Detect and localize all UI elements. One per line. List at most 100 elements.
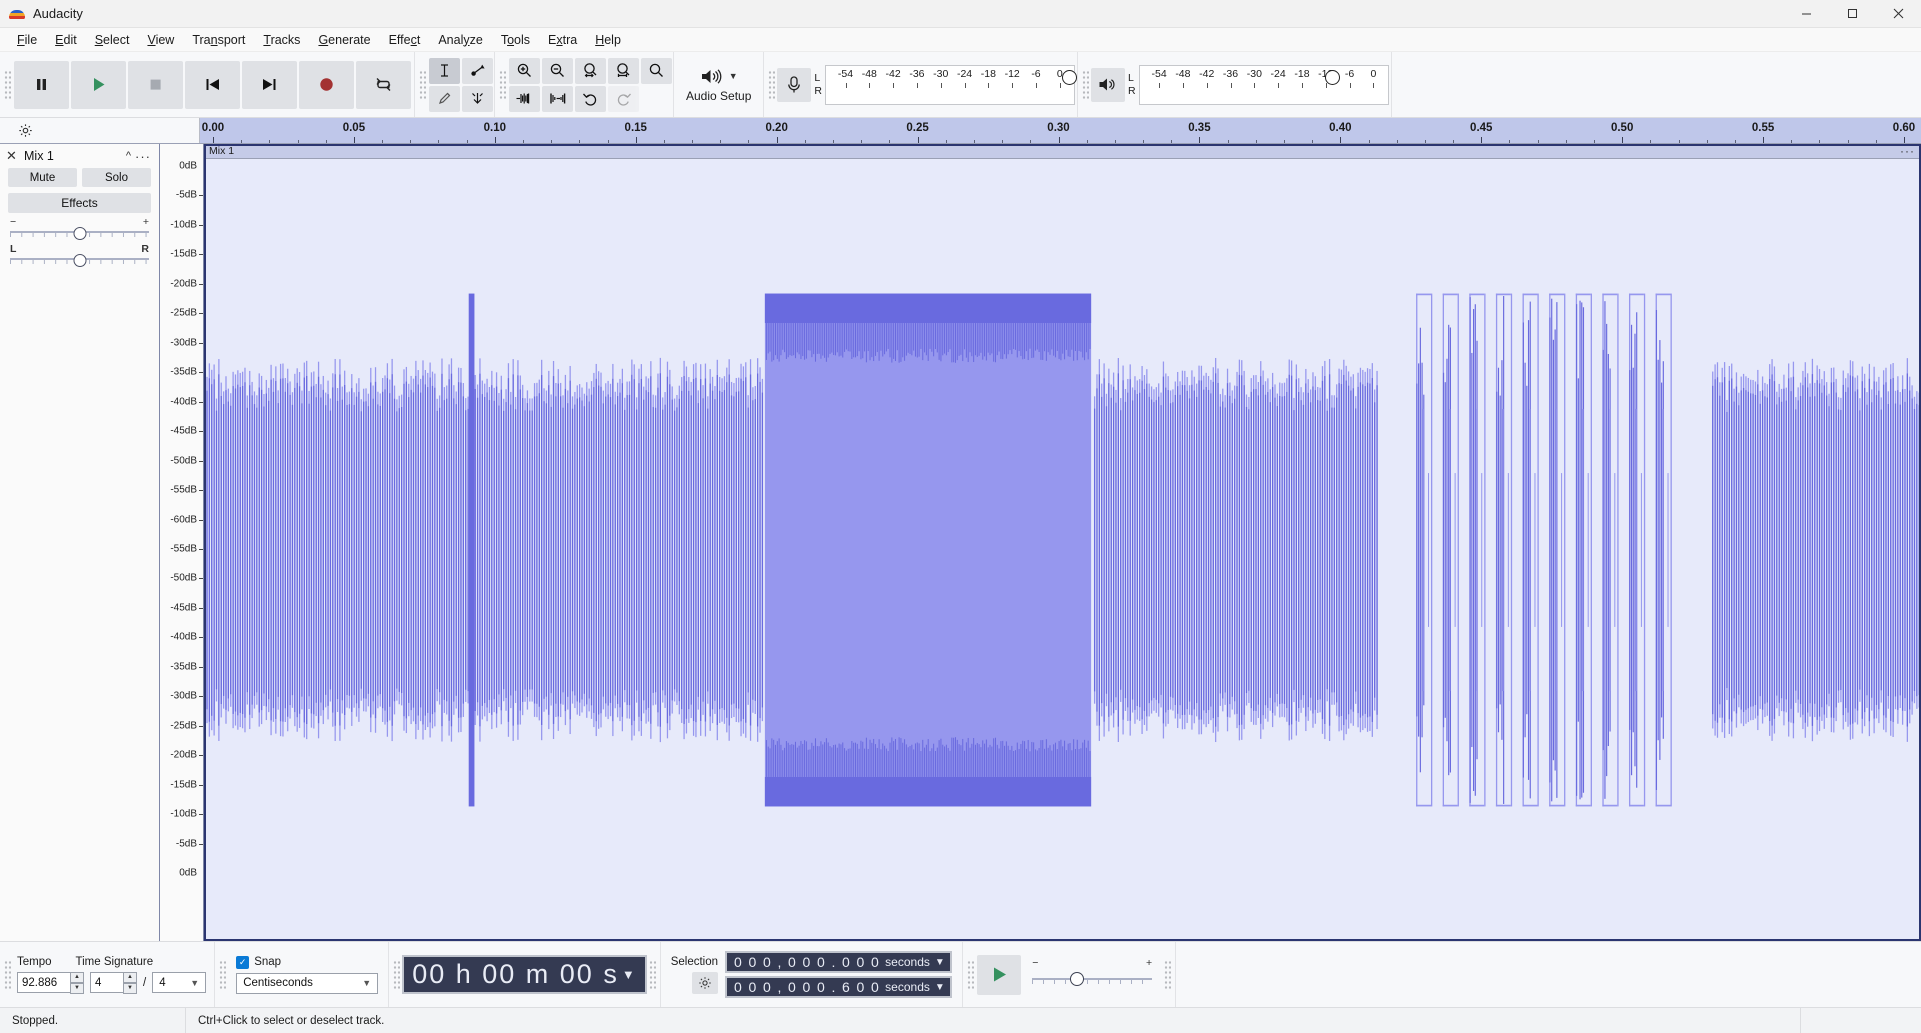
selection-start-display[interactable]: 0 0 0 , 0 0 0 . 0 0 0 seconds ▼ <box>725 951 953 973</box>
waveform-plot[interactable] <box>204 159 1921 941</box>
fit-selection-button[interactable] <box>575 57 606 84</box>
audacity-window: Audacity File Edit Select View Transport… <box>0 0 1921 1033</box>
tempo-up-arrow[interactable]: ▲ <box>70 971 84 983</box>
trim-audio-button[interactable] <box>509 85 540 112</box>
transport-toolbar-grip[interactable] <box>2 63 13 107</box>
selection-settings-button[interactable] <box>692 971 719 994</box>
multi-tool-button[interactable] <box>462 85 493 112</box>
solo-button[interactable]: Solo <box>82 168 151 187</box>
play-button[interactable] <box>71 60 126 109</box>
track-waveform-area[interactable]: Mix 1 ··· <box>204 144 1921 941</box>
recording-meter-scale[interactable]: -54 -48 -42 -36 -30 -24 -18 -12 -6 0 <box>824 64 1077 105</box>
audio-position-display[interactable]: 00 h 00 m 00 s ▼ <box>402 955 647 994</box>
timeline-minor-tick <box>833 140 835 143</box>
record-button[interactable] <box>299 60 354 109</box>
tsig-up-arrow[interactable]: ▲ <box>123 971 137 983</box>
close-button[interactable] <box>1875 0 1921 28</box>
clip-header[interactable]: Mix 1 ··· <box>204 144 1921 159</box>
track-menu-icon[interactable]: ··· <box>135 149 153 164</box>
menu-edit[interactable]: Edit <box>46 30 86 50</box>
play-at-speed-grip[interactable] <box>965 953 976 997</box>
playback-meter-handle[interactable] <box>1324 69 1340 85</box>
menu-analyze[interactable]: Analyze <box>429 30 491 50</box>
timeline-options-button[interactable] <box>0 118 200 143</box>
speed-slider-max-label: + <box>1146 957 1153 969</box>
gain-slider-knob[interactable] <box>73 227 86 240</box>
tempo-stepper[interactable]: 92.886 ▲ ▼ <box>17 971 84 994</box>
pan-slider[interactable]: L R <box>0 242 159 269</box>
clip-menu-icon[interactable]: ··· <box>1900 144 1915 158</box>
time-signature-grip[interactable] <box>2 953 13 997</box>
gain-slider[interactable]: − + <box>0 215 159 242</box>
maximize-button[interactable] <box>1829 0 1875 28</box>
playback-meter-left-label: L <box>1127 71 1134 84</box>
envelope-tool-button[interactable] <box>462 57 493 84</box>
silence-audio-button[interactable] <box>542 85 573 112</box>
vertical-db-ruler[interactable]: 0dB -5dB -10dB -15dB -20dB -25dB -30dB -35dB -40… <box>160 144 204 941</box>
time-toolbar-grip-right[interactable] <box>647 953 658 997</box>
skip-to-start-button[interactable] <box>185 60 240 109</box>
playback-meter[interactable]: L R -54-48-42-36-30-24-18-12-60 <box>1090 62 1389 108</box>
play-at-speed-button[interactable] <box>977 954 1022 995</box>
selection-end-display[interactable]: 0 0 0 , 0 0 0 . 6 0 0 seconds ▼ <box>725 976 953 998</box>
menu-file[interactable]: File <box>8 30 46 50</box>
tempo-input[interactable]: 92.886 <box>17 972 71 993</box>
redo-button[interactable] <box>608 85 639 112</box>
tools-toolbar-grip[interactable] <box>417 63 428 107</box>
play-at-speed-toolbar: − + <box>963 942 1177 1007</box>
menu-transport[interactable]: Transport <box>183 30 254 50</box>
timeline-minor-tick <box>1312 140 1314 143</box>
timeline-ruler[interactable]: 0.00 0.05 0.10 0.15 0.20 0.25 0.30 0.35 0.40 0.45… <box>200 118 1921 143</box>
recording-meter[interactable]: L R -54 -48 -42 -36 -30 -24 -18 -12 -6 0 <box>777 62 1077 108</box>
menu-generate[interactable]: Generate <box>309 30 379 50</box>
time-signature-lower-select[interactable]: 4 ▼ <box>152 972 207 993</box>
snap-checkbox[interactable]: ✓ <box>236 955 250 969</box>
playback-meter-grip[interactable] <box>1080 63 1091 107</box>
play-at-speed-grip-right[interactable] <box>1162 953 1173 997</box>
loop-button[interactable] <box>356 60 411 109</box>
menu-tools[interactable]: Tools <box>492 30 539 50</box>
effects-button[interactable]: Effects <box>8 193 151 213</box>
audio-position-value: 00 h 00 m 00 s <box>412 959 619 989</box>
menu-extra[interactable]: Extra <box>539 30 586 50</box>
menu-tracks[interactable]: Tracks <box>254 30 309 50</box>
mute-button[interactable]: Mute <box>8 168 77 187</box>
menu-view[interactable]: View <box>138 30 183 50</box>
recording-meter-handle[interactable] <box>1061 69 1077 85</box>
undo-button[interactable] <box>575 85 606 112</box>
close-track-icon[interactable]: ✕ <box>6 148 20 164</box>
recording-meter-grip[interactable] <box>766 63 777 107</box>
zoom-in-button[interactable] <box>509 57 540 84</box>
pan-slider-max-label: R <box>141 243 149 255</box>
tsig-down-arrow[interactable]: ▼ <box>123 982 137 994</box>
time-signature-upper-stepper[interactable]: 4 ▲ ▼ <box>90 971 137 994</box>
tempo-down-arrow[interactable]: ▼ <box>70 982 84 994</box>
pan-slider-knob[interactable] <box>73 254 86 267</box>
pause-button[interactable] <box>14 60 69 109</box>
time-toolbar-grip[interactable] <box>391 953 402 997</box>
edit-toolbar-grip[interactable] <box>497 63 508 107</box>
meter-tick-label: -54 <box>837 67 854 80</box>
timeline-row: 0.00 0.05 0.10 0.15 0.20 0.25 0.30 0.35 0.40 0.45… <box>0 118 1921 144</box>
menu-select[interactable]: Select <box>86 30 139 50</box>
zoom-toggle-button[interactable] <box>641 57 672 84</box>
speed-slider[interactable] <box>1032 968 1153 990</box>
timeline-minor-tick <box>466 140 468 143</box>
snapping-grip[interactable] <box>217 953 228 997</box>
menu-help[interactable]: Help <box>586 30 630 50</box>
audio-setup-button[interactable]: ▼ Audio Setup <box>676 59 761 111</box>
zoom-out-button[interactable] <box>542 57 573 84</box>
playback-meter-scale[interactable]: -54-48-42-36-30-24-18-12-60 <box>1138 64 1389 105</box>
time-signature-upper-input[interactable]: 4 <box>90 972 124 993</box>
chevron-up-icon[interactable]: ^ <box>122 150 135 162</box>
snap-unit-select[interactable]: Centiseconds ▼ <box>236 972 379 994</box>
menu-effect[interactable]: Effect <box>380 30 430 50</box>
fit-project-button[interactable] <box>608 57 639 84</box>
selection-tool-button[interactable] <box>429 57 460 84</box>
timeline-minor-tick <box>889 140 891 143</box>
track-control-panel[interactable]: ✕ Mix 1 ^ ··· Mute Solo Effects − + L R <box>0 144 160 941</box>
minimize-button[interactable] <box>1783 0 1829 28</box>
skip-to-end-button[interactable] <box>242 60 297 109</box>
draw-tool-button[interactable] <box>429 85 460 112</box>
stop-button[interactable] <box>128 60 183 109</box>
